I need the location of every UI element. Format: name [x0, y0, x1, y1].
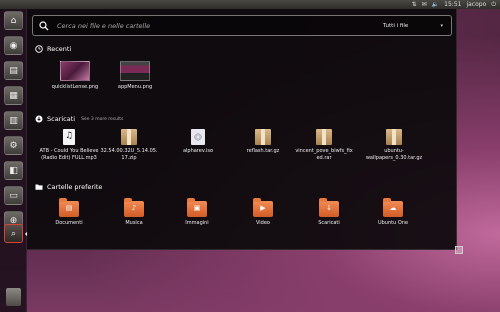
folder-documenti[interactable]: ▤ Documenti	[39, 198, 99, 227]
file-type-filter-value: Tutti i file	[383, 23, 409, 29]
section-title: Scaricati	[47, 115, 76, 123]
download-item-mp3[interactable]: ♫ ATB - Could You Believe (Radio Edit) F…	[39, 129, 99, 161]
folder-label: Documenti	[55, 220, 83, 226]
download-item-reflash[interactable]: reflash.tar.gz	[233, 129, 293, 155]
image-thumbnail	[60, 61, 90, 81]
download-icon	[35, 115, 43, 123]
archive-icon	[121, 129, 137, 145]
documents-folder-icon: ▤	[59, 198, 79, 217]
clock-icon	[35, 45, 43, 53]
section-title: Recenti	[47, 45, 72, 53]
download-item-rar[interactable]: vincent_pove_biwfs_fixed.rar	[294, 129, 354, 161]
file-label: appMenu.png	[117, 84, 153, 90]
launcher-settings-icon[interactable]: ⚙	[4, 136, 23, 155]
search-bar: Tutti i file ▾	[32, 15, 452, 36]
file-label: ATB - Could You Believe (Radio Edit) FUL…	[39, 148, 99, 161]
ubuntu-one-folder-icon: ☁	[383, 198, 403, 217]
search-icon	[39, 21, 49, 31]
launcher-trash-icon[interactable]	[6, 288, 21, 306]
clock[interactable]: 15:51	[444, 0, 461, 9]
folder-ubuntu-one[interactable]: ☁ Ubuntu One	[363, 198, 423, 227]
launcher-impress-icon[interactable]: ▥	[4, 111, 23, 130]
folder-scaricati[interactable]: ↓ Scaricati	[299, 198, 359, 227]
folder-label: Musica	[125, 220, 143, 226]
file-type-filter[interactable]: Tutti i file ▾	[377, 19, 447, 33]
pictures-folder-icon: ▣	[187, 198, 207, 217]
section-title: Cartelle preferite	[47, 183, 103, 191]
chevron-down-icon: ▾	[440, 23, 443, 29]
file-label: 32.54.00.32U_5.14.05.17.zip	[100, 148, 158, 161]
mail-icon[interactable]: ✉	[422, 0, 427, 9]
disc-image-icon	[191, 129, 205, 145]
music-folder-icon: ♪	[124, 198, 144, 217]
folder-video[interactable]: ▶ Video	[233, 198, 293, 227]
downloads-folder-icon: ↓	[319, 198, 339, 217]
user-name[interactable]: jacopo	[466, 0, 486, 9]
see-more-results-link[interactable]: See 3 more results	[81, 117, 123, 122]
recent-item-appmenu[interactable]: appMenu.png	[105, 61, 165, 91]
file-label: vincent_pove_biwfs_fixed.rar	[295, 148, 353, 161]
image-thumbnail	[120, 61, 150, 81]
folder-label: Immagini	[185, 220, 209, 226]
launcher-calc-icon[interactable]: ▦	[4, 86, 23, 105]
folder-musica[interactable]: ♪ Musica	[104, 198, 164, 227]
launcher-software-center-icon[interactable]: ◧	[4, 161, 23, 180]
dash-resize-grip[interactable]	[455, 246, 463, 254]
launcher-firefox-icon[interactable]: ◉	[4, 36, 23, 55]
file-label: ubuntu-wallpapers_0.30.tar.gz	[365, 148, 423, 161]
folder-label: Video	[255, 220, 270, 226]
search-input[interactable]	[57, 19, 357, 33]
file-label: alpharev.iso	[182, 148, 214, 154]
file-label: reflash.tar.gz	[246, 148, 280, 154]
download-item-wallpapers[interactable]: ubuntu-wallpapers_0.30.tar.gz	[364, 129, 424, 161]
network-icon[interactable]: ⇅	[412, 0, 417, 9]
section-header-recent: Recenti	[35, 45, 71, 53]
launcher-home-icon[interactable]: ⌂	[4, 11, 23, 30]
archive-icon	[386, 129, 402, 145]
folder-icon	[35, 184, 43, 190]
download-item-zip[interactable]: 32.54.00.32U_5.14.05.17.zip	[99, 129, 159, 161]
launcher-workspaces-icon[interactable]: ▭	[4, 186, 23, 205]
video-folder-icon: ▶	[253, 198, 273, 217]
section-header-favorites: Cartelle preferite	[35, 183, 102, 191]
folder-immagini[interactable]: ▣ Immagini	[167, 198, 227, 227]
archive-icon	[255, 129, 271, 145]
power-icon[interactable]: ⏻	[491, 0, 496, 9]
section-header-downloads: Scaricati See 3 more results	[35, 115, 123, 123]
launcher-writer-icon[interactable]: ▤	[4, 61, 23, 80]
dash-overlay: Tutti i file ▾ Recenti quicklistLense.pn…	[27, 9, 457, 250]
folder-label: Ubuntu One	[377, 220, 409, 226]
audio-file-icon: ♫	[63, 129, 75, 145]
download-item-iso[interactable]: alpharev.iso	[168, 129, 228, 155]
file-label: quicklistLense.png	[51, 84, 99, 90]
top-panel: ⇅ ✉ 🔈 15:51 jacopo ⏻	[0, 0, 500, 9]
recent-item-quicklistlense[interactable]: quicklistLense.png	[45, 61, 105, 91]
archive-icon	[316, 129, 332, 145]
launcher-files-lens-icon[interactable]: ⌕	[4, 224, 23, 243]
volume-icon[interactable]: 🔈	[432, 0, 439, 9]
folder-label: Scaricati	[318, 220, 340, 226]
launcher: ⌂ ◉ ▤ ▦ ▥ ⚙ ◧ ▭ ⊕ ⌕	[0, 9, 28, 312]
